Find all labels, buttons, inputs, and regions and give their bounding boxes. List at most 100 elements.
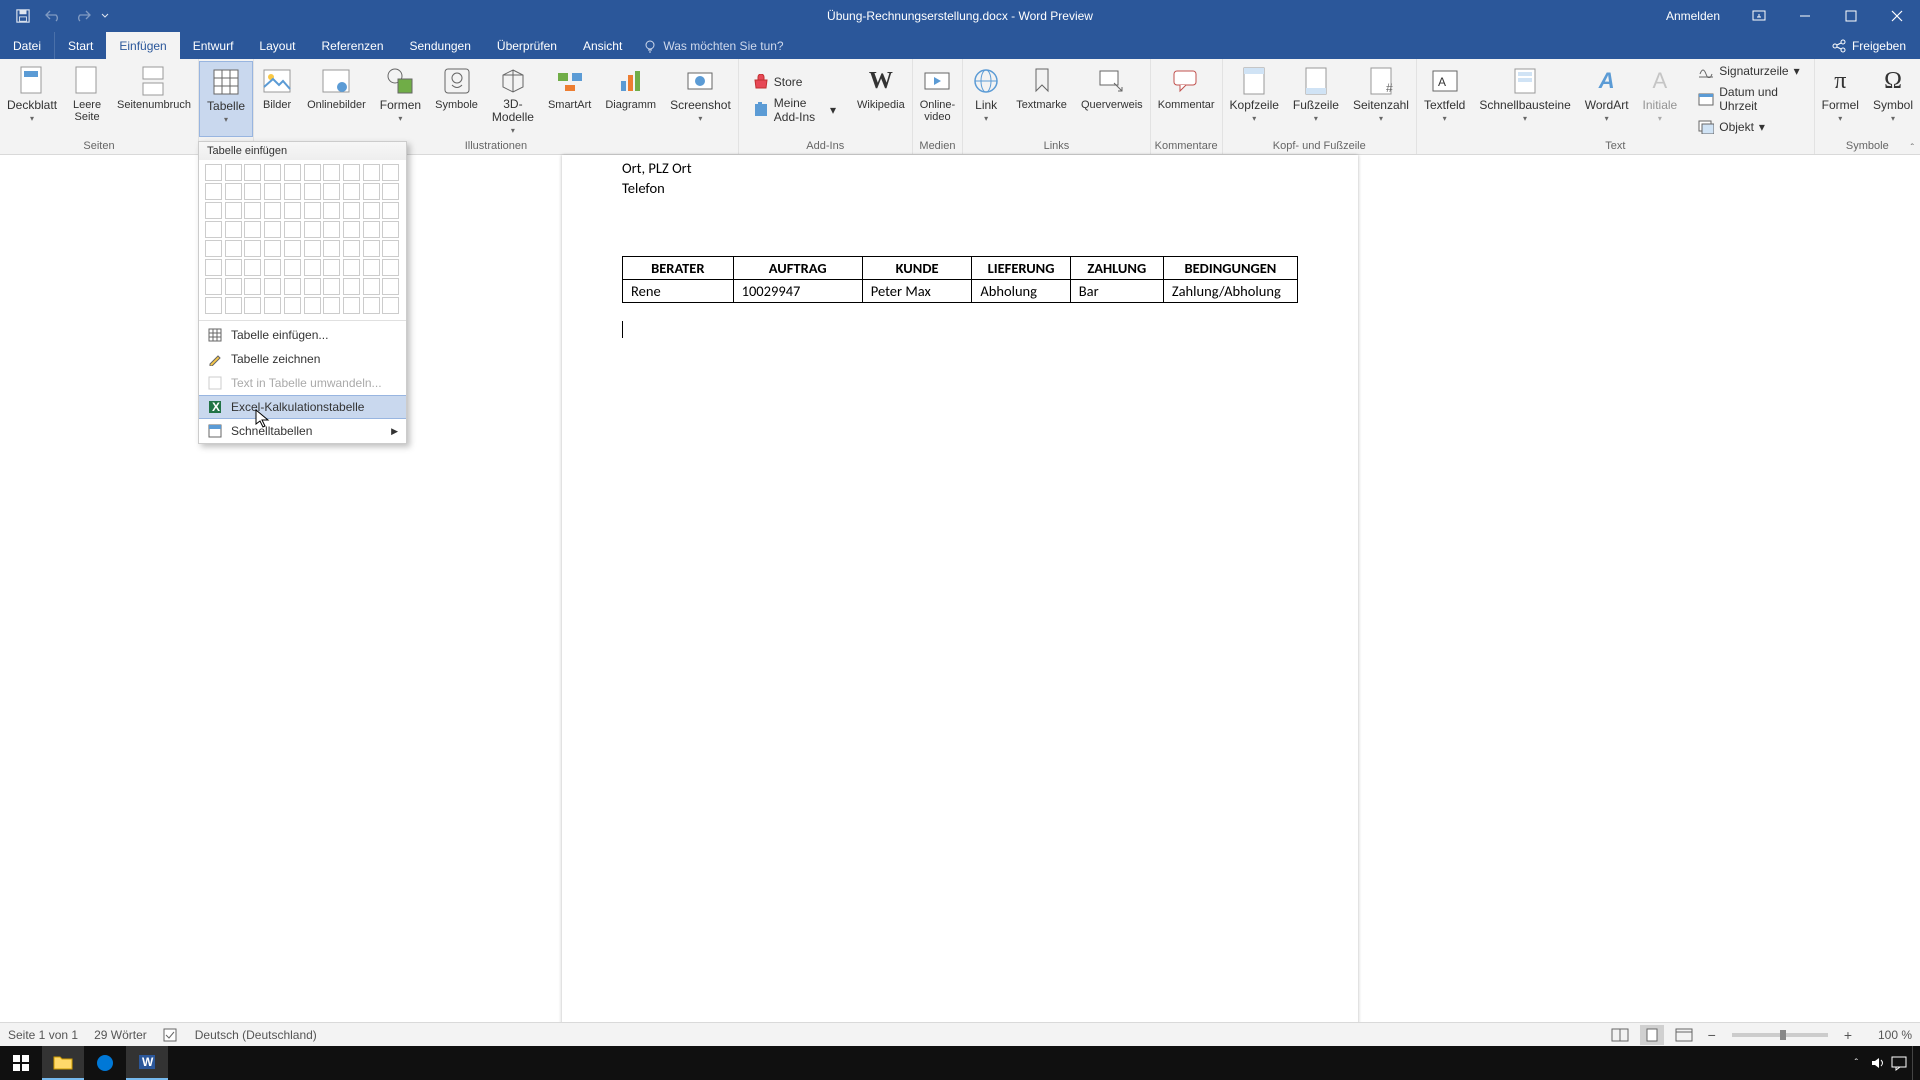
- grid-cell[interactable]: [363, 297, 380, 314]
- grid-cell[interactable]: [244, 259, 261, 276]
- seitenumbruch-button[interactable]: Seitenumbruch: [110, 61, 198, 137]
- grid-cell[interactable]: [343, 221, 360, 238]
- spellcheck-icon[interactable]: [163, 1028, 179, 1042]
- grid-cell[interactable]: [382, 164, 399, 181]
- grid-cell[interactable]: [343, 183, 360, 200]
- grid-cell[interactable]: [343, 202, 360, 219]
- grid-cell[interactable]: [323, 164, 340, 181]
- grid-cell[interactable]: [363, 221, 380, 238]
- wordart-button[interactable]: AWordArt▾: [1578, 61, 1636, 137]
- minimize-button[interactable]: [1782, 0, 1828, 32]
- textmarke-button[interactable]: Textmarke: [1009, 61, 1074, 137]
- grid-cell[interactable]: [205, 183, 222, 200]
- grid-cell[interactable]: [304, 202, 321, 219]
- th-bedingungen[interactable]: BEDINGUNGEN: [1163, 257, 1297, 280]
- read-mode-button[interactable]: [1608, 1025, 1632, 1045]
- ribbon-display-options-button[interactable]: [1736, 0, 1782, 32]
- grid-cell[interactable]: [244, 183, 261, 200]
- grid-cell[interactable]: [304, 164, 321, 181]
- fusszeile-button[interactable]: Fußzeile▾: [1286, 61, 1346, 137]
- grid-cell[interactable]: [382, 259, 399, 276]
- grid-cell[interactable]: [205, 259, 222, 276]
- grid-cell[interactable]: [382, 278, 399, 295]
- save-button[interactable]: [8, 2, 38, 30]
- grid-cell[interactable]: [323, 221, 340, 238]
- grid-cell[interactable]: [343, 240, 360, 257]
- menu-insert-table[interactable]: Tabelle einfügen...: [199, 323, 406, 347]
- tab-start[interactable]: Start: [55, 32, 106, 59]
- grid-cell[interactable]: [244, 240, 261, 257]
- share-button[interactable]: Freigeben: [1818, 39, 1920, 53]
- grid-cell[interactable]: [382, 202, 399, 219]
- th-lieferung[interactable]: LIEFERUNG: [972, 257, 1070, 280]
- grid-cell[interactable]: [343, 259, 360, 276]
- tabelle-button[interactable]: Tabelle▾: [199, 61, 253, 137]
- grid-cell[interactable]: [323, 183, 340, 200]
- grid-cell[interactable]: [382, 221, 399, 238]
- signaturzeile-button[interactable]: Signaturzeile ▾: [1690, 61, 1807, 81]
- grid-cell[interactable]: [323, 278, 340, 295]
- tab-sendungen[interactable]: Sendungen: [397, 32, 484, 59]
- maximize-button[interactable]: [1828, 0, 1874, 32]
- grid-cell[interactable]: [225, 240, 242, 257]
- grid-cell[interactable]: [304, 297, 321, 314]
- start-button[interactable]: [0, 1046, 42, 1080]
- th-auftrag[interactable]: AUFTRAG: [733, 257, 862, 280]
- tab-ansicht[interactable]: Ansicht: [570, 32, 635, 59]
- td-auftrag[interactable]: 10029947: [733, 280, 862, 303]
- grid-cell[interactable]: [244, 278, 261, 295]
- onlinebilder-button[interactable]: Onlinebilder: [300, 61, 373, 137]
- my-addins-button[interactable]: Meine Add-Ins ▾: [745, 94, 844, 126]
- td-zahlung[interactable]: Bar: [1070, 280, 1163, 303]
- undo-button[interactable]: [38, 2, 68, 30]
- close-button[interactable]: [1874, 0, 1920, 32]
- tell-me-search[interactable]: Was möchten Sie tun?: [635, 32, 791, 59]
- wikipedia-button[interactable]: WWikipedia: [850, 61, 912, 137]
- symbol-button[interactable]: ΩSymbol▾: [1866, 61, 1920, 137]
- grid-cell[interactable]: [264, 240, 281, 257]
- tab-file[interactable]: Datei: [0, 32, 55, 59]
- grid-cell[interactable]: [264, 297, 281, 314]
- link-button[interactable]: Link▾: [963, 61, 1009, 137]
- grid-cell[interactable]: [205, 164, 222, 181]
- th-zahlung[interactable]: ZAHLUNG: [1070, 257, 1163, 280]
- grid-cell[interactable]: [363, 164, 380, 181]
- td-bedingungen[interactable]: Zahlung/Abholung: [1163, 280, 1297, 303]
- grid-cell[interactable]: [264, 278, 281, 295]
- grid-cell[interactable]: [382, 297, 399, 314]
- formen-button[interactable]: Formen▾: [373, 61, 428, 137]
- zoom-out-button[interactable]: −: [1704, 1027, 1720, 1043]
- grid-cell[interactable]: [382, 183, 399, 200]
- objekt-button[interactable]: Objekt ▾: [1690, 117, 1807, 137]
- initiale-button[interactable]: AInitiale▾: [1636, 61, 1685, 137]
- taskbar-explorer[interactable]: [42, 1046, 84, 1080]
- grid-cell[interactable]: [323, 297, 340, 314]
- formel-button[interactable]: πFormel▾: [1815, 61, 1866, 137]
- page-indicator[interactable]: Seite 1 von 1: [8, 1028, 78, 1042]
- taskbar-edge[interactable]: [84, 1046, 126, 1080]
- grid-cell[interactable]: [284, 278, 301, 295]
- grid-cell[interactable]: [225, 183, 242, 200]
- print-layout-button[interactable]: [1640, 1025, 1664, 1045]
- grid-cell[interactable]: [363, 202, 380, 219]
- language-indicator[interactable]: Deutsch (Deutschland): [195, 1028, 317, 1042]
- onlinevideo-button[interactable]: Online- video: [913, 61, 962, 137]
- tab-referenzen[interactable]: Referenzen: [308, 32, 396, 59]
- grid-cell[interactable]: [244, 202, 261, 219]
- show-desktop-button[interactable]: [1912, 1046, 1918, 1080]
- grid-cell[interactable]: [284, 240, 301, 257]
- grid-cell[interactable]: [323, 202, 340, 219]
- grid-cell[interactable]: [363, 240, 380, 257]
- deckblatt-button[interactable]: Deckblatt▾: [0, 61, 64, 137]
- grid-cell[interactable]: [284, 202, 301, 219]
- web-layout-button[interactable]: [1672, 1025, 1696, 1045]
- grid-cell[interactable]: [244, 164, 261, 181]
- grid-cell[interactable]: [244, 221, 261, 238]
- bilder-button[interactable]: Bilder: [254, 61, 300, 137]
- grid-cell[interactable]: [225, 297, 242, 314]
- grid-cell[interactable]: [284, 297, 301, 314]
- kopfzeile-button[interactable]: Kopfzeile▾: [1223, 61, 1286, 137]
- tray-chevron-icon[interactable]: ˆ: [1847, 1058, 1866, 1069]
- grid-cell[interactable]: [225, 278, 242, 295]
- collapse-ribbon-button[interactable]: ˆ: [1911, 143, 1914, 154]
